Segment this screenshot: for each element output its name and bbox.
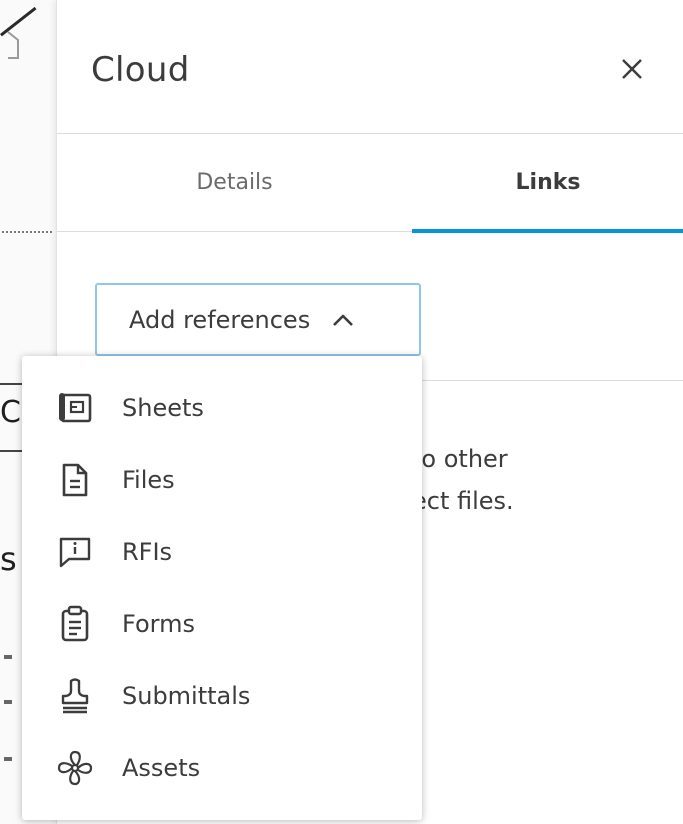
menu-item-label: Assets xyxy=(122,754,201,782)
drawing-rule xyxy=(0,383,24,385)
menu-item-label: Forms xyxy=(122,610,195,638)
app-stage: C s Cloud Details Links Add references t… xyxy=(0,0,683,824)
add-references-menu: Sheets Files RFIs Forms Submittals Asset… xyxy=(22,356,422,820)
add-references-button[interactable]: Add references xyxy=(95,283,421,356)
tab-bar: Details Links xyxy=(57,134,683,233)
tab-links[interactable]: Links xyxy=(412,134,683,231)
empty-state-text: to other ect files. xyxy=(412,438,514,522)
drawing-arrow-icon xyxy=(7,31,19,59)
file-icon xyxy=(54,459,96,501)
empty-state-line: ect files. xyxy=(412,487,514,515)
menu-item-label: Submittals xyxy=(122,682,251,710)
drawing-rule xyxy=(0,450,24,452)
menu-item-label: RFIs xyxy=(122,538,173,566)
rfi-icon xyxy=(54,531,96,573)
active-tab-indicator xyxy=(412,229,683,233)
drawing-tiny-label xyxy=(2,220,54,233)
menu-item-label: Files xyxy=(122,466,175,494)
panel-title: Cloud xyxy=(91,50,190,90)
panel-header: Cloud xyxy=(57,0,683,134)
menu-item-label: Sheets xyxy=(122,394,204,422)
forms-icon xyxy=(54,603,96,645)
fan-icon xyxy=(54,747,96,789)
menu-item-assets[interactable]: Assets xyxy=(22,732,422,804)
close-icon xyxy=(622,59,642,79)
menu-item-forms[interactable]: Forms xyxy=(22,588,422,660)
menu-item-submittals[interactable]: Submittals xyxy=(22,660,422,732)
chevron-up-icon xyxy=(332,313,354,327)
drawing-fragment-c: C xyxy=(0,395,21,430)
drawing-dot xyxy=(4,700,12,704)
menu-item-sheets[interactable]: Sheets xyxy=(22,372,422,444)
sheets-icon xyxy=(54,387,96,429)
drawing-dot xyxy=(4,757,12,761)
drawing-fragment-s: s xyxy=(0,540,17,578)
tab-details[interactable]: Details xyxy=(57,134,412,231)
close-button[interactable] xyxy=(610,47,654,91)
menu-item-rfis[interactable]: RFIs xyxy=(22,516,422,588)
drawing-dot xyxy=(4,655,12,659)
empty-state-line: to other xyxy=(412,445,508,473)
add-references-label: Add references xyxy=(129,305,311,334)
stamp-icon xyxy=(54,675,96,717)
menu-item-files[interactable]: Files xyxy=(22,444,422,516)
